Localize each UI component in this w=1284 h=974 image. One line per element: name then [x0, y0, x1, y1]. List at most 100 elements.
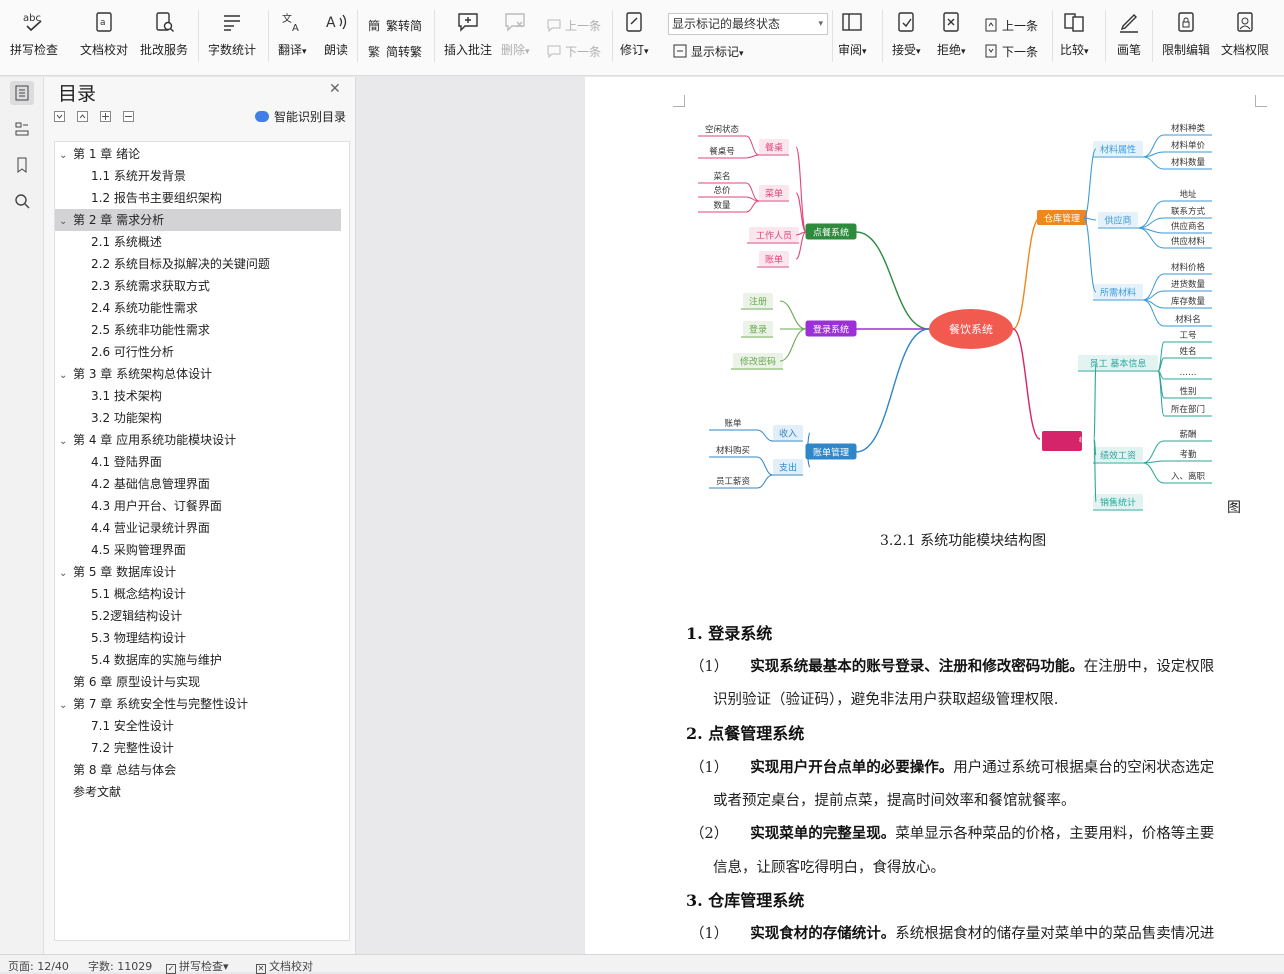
bookmark-icon[interactable] — [10, 153, 34, 177]
mindmap-node-label: 菜名 — [713, 171, 730, 182]
simp-to-trad-button[interactable]: 繁 简转繁 — [367, 40, 422, 62]
compare-button[interactable]: 比较▾ — [1060, 8, 1089, 68]
prev-comment-button[interactable]: 上一条 — [546, 14, 601, 36]
toc-section-item[interactable]: 2.2 系统目标及拟解决的关键问题 — [55, 253, 341, 275]
toc-section-item[interactable]: 2.6 可行性分析 — [55, 341, 341, 363]
compare-label: 比较 — [1060, 43, 1085, 57]
reject-button[interactable]: 拒绝▾ — [937, 8, 966, 68]
smart-toc-button[interactable]: 智能识别目录 — [255, 108, 346, 125]
chevron-down-icon[interactable]: ⌄ — [59, 211, 73, 233]
toc-chapter-item[interactable]: ⌄ 第 2 章 需求分析 — [55, 209, 341, 231]
toc-chapter-item[interactable]: 参考文献 — [55, 781, 341, 803]
toc-item-label: 4.3 用户开台、订餐界面 — [91, 499, 222, 513]
toc-section-item[interactable]: 1.1 系统开发背景 — [55, 165, 341, 187]
spellcheck-button[interactable]: abc 拼写检查 — [10, 8, 58, 68]
restrict-editing-label: 限制编辑 — [1162, 43, 1211, 57]
close-icon[interactable]: ✕ — [329, 81, 341, 97]
toc-section-item[interactable]: 3.1 技术架构 — [55, 385, 341, 407]
toc-section-item[interactable]: 2.5 系统非功能性需求 — [55, 319, 341, 341]
restrict-editing-button[interactable]: 限制编辑 — [1162, 8, 1210, 68]
toc-section-item[interactable]: 2.1 系统概述 — [55, 231, 341, 253]
side-icon-bar — [0, 77, 44, 954]
proofread-status-label: 文档校对 — [269, 960, 313, 973]
accept-button[interactable]: 接受▾ — [892, 8, 921, 68]
mindmap-connector — [756, 456, 774, 476]
toc-section-item[interactable]: 4.4 营业记录统计界面 — [55, 517, 341, 539]
toc-item-label: 4.1 登陆界面 — [91, 455, 162, 469]
comment-delete-icon — [501, 8, 529, 36]
track-changes-button[interactable]: 修订▾ — [620, 8, 649, 68]
remove-heading-icon[interactable] — [123, 111, 134, 122]
toc-item-label: 2.4 系统功能性需求 — [91, 301, 198, 315]
toc-section-item[interactable]: 2.3 系统需求获取方式 — [55, 275, 341, 297]
toc-section-item[interactable]: 5.3 物理结构设计 — [55, 627, 341, 649]
next-change-button[interactable]: 下一条 — [983, 40, 1038, 62]
markup-state-dropdown[interactable]: 显示标记的最终状态 ▾ — [668, 13, 828, 35]
word-count-button[interactable]: 字数统计 — [208, 8, 256, 68]
review-service-button[interactable]: 批改服务 — [140, 8, 188, 68]
review-pane-button[interactable]: 审阅▾ — [838, 8, 867, 68]
mindmap-node-label: 绩效工资 — [1100, 450, 1136, 462]
mindmap-node-label: 注册 — [749, 296, 767, 308]
proofread-button[interactable]: a 文档校对 — [80, 8, 128, 68]
paragraph-2-1: （1） 实现用户开台点单的必要操作。用户通过系统可根据桌台的空闲状态选定 — [690, 759, 1215, 776]
pen-button[interactable]: 画笔 — [1115, 8, 1143, 68]
mindmap-connector — [1012, 328, 1041, 440]
search-icon[interactable] — [10, 189, 34, 213]
doc-permission-button[interactable]: 文档权限 — [1221, 8, 1269, 68]
show-markup-button[interactable]: 显示标记▾ — [672, 40, 744, 62]
toc-section-item[interactable]: 5.4 数据库的实施与维护 — [55, 649, 341, 671]
svg-text:a: a — [100, 18, 106, 28]
mindmap-connector — [756, 429, 774, 442]
read-aloud-button[interactable]: A 朗读 — [322, 8, 350, 68]
insert-comment-button[interactable]: 插入批注 — [444, 8, 492, 68]
mindmap-node-label: 供应材料 — [1171, 236, 1206, 247]
collapse-all-icon[interactable] — [54, 111, 65, 122]
mindmap-connector — [745, 196, 760, 202]
smart-toc-label: 智能识别目录 — [274, 110, 347, 124]
toc-section-item[interactable]: 5.1 概念结构设计 — [55, 583, 341, 605]
prev-change-button[interactable]: 上一条 — [983, 14, 1038, 36]
toc-section-item[interactable]: 1.2 报告书主要组织架构 — [55, 187, 341, 209]
read-aloud-label: 朗读 — [323, 43, 348, 57]
toc-item-label: 1.2 报告书主要组织架构 — [91, 191, 222, 205]
toc-section-item[interactable]: 4.2 基础信息管理界面 — [55, 473, 341, 495]
toc-section-item[interactable]: 4.5 采购管理界面 — [55, 539, 341, 561]
toc-chapter-item[interactable]: ⌄ 第 7 章 系统安全性与完整性设计 — [55, 693, 341, 715]
toc-chapter-item[interactable]: ⌄ 第 5 章 数据库设计 — [55, 561, 341, 583]
toc-chapter-item[interactable]: 第 8 章 总结与体会 — [55, 759, 341, 781]
ribbon-toolbar: abc 拼写检查 a 文档校对 批改服务 字数统计 文A 翻译▾ A 朗读 簡 … — [0, 0, 1284, 76]
show-markup-label: 显示标记 — [691, 44, 740, 59]
chevron-down-icon[interactable]: ⌄ — [59, 431, 73, 453]
toc-section-item[interactable]: 4.1 登陆界面 — [55, 451, 341, 473]
toc-section-item[interactable]: 7.1 安全性设计 — [55, 715, 341, 737]
chevron-down-icon[interactable]: ⌄ — [59, 365, 73, 387]
chevron-down-icon[interactable]: ⌄ — [59, 563, 73, 585]
mindmap-node-label: 菜单 — [765, 188, 783, 200]
add-heading-icon[interactable] — [100, 111, 111, 122]
toc-chapter-item[interactable]: ⌄ 第 1 章 绪论 — [55, 143, 341, 165]
next-comment-button[interactable]: 下一条 — [546, 40, 601, 62]
toc-section-item[interactable]: 3.2 功能架构 — [55, 407, 341, 429]
toc-chapter-item[interactable]: ⌄ 第 4 章 应用系统功能模块设计 — [55, 429, 341, 451]
spellcheck-icon: abc — [20, 8, 48, 36]
expand-level-icon[interactable] — [77, 111, 88, 122]
trad-to-simp-button[interactable]: 簡 繁转简 — [367, 14, 422, 36]
toc-section-item[interactable]: 2.4 系统功能性需求 — [55, 297, 341, 319]
mindmap-connector — [1157, 341, 1165, 372]
outline-panel-icon[interactable] — [10, 117, 34, 141]
translate-button[interactable]: 文A 翻译▾ — [278, 8, 307, 68]
delete-comment-button[interactable]: 删除▾ — [501, 8, 530, 68]
toc-section-item[interactable]: 4.3 用户开台、订餐界面 — [55, 495, 341, 517]
toc-chapter-item[interactable]: ⌄ 第 3 章 系统架构总体设计 — [55, 363, 341, 385]
mindmap-connector — [1083, 217, 1097, 293]
toc-section-item[interactable]: 7.2 完整性设计 — [55, 737, 341, 759]
page-corner-mark — [1255, 95, 1267, 107]
chevron-down-icon[interactable]: ⌄ — [59, 695, 73, 717]
toc-panel-icon[interactable] — [10, 81, 34, 105]
chevron-down-icon[interactable]: ⌄ — [59, 145, 73, 167]
toc-chapter-item[interactable]: 第 6 章 原型设计与实现 — [55, 671, 341, 693]
chevron-down-icon: ▾ — [818, 19, 823, 29]
toc-section-item[interactable]: 5.2逻辑结构设计 — [55, 605, 341, 627]
figure-label-char: 图 — [1227, 500, 1241, 516]
